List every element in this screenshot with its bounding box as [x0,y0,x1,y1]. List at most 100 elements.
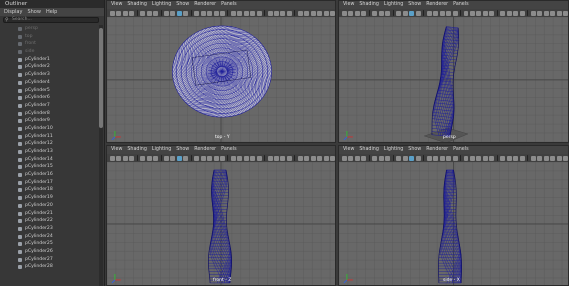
toolbar-icon[interactable] [267,155,273,161]
toolbar-icon[interactable] [310,10,316,16]
toolbar-icon[interactable] [256,155,262,161]
menu-show[interactable]: Show [408,1,421,9]
toolbar-icon[interactable] [170,155,176,161]
toolbar-icon[interactable] [243,155,249,161]
toolbar-icon[interactable] [310,155,316,161]
menu-renderer[interactable]: Renderer [426,1,448,9]
viewport-persp[interactable]: View Shading Lighting Show Renderer Pane… [338,0,569,143]
toolbar-icon[interactable] [452,155,458,161]
toolbar-icon[interactable] [297,10,303,16]
toolbar-icon[interactable] [110,10,115,16]
toolbar-icon[interactable] [396,155,402,161]
menu-shading[interactable]: Shading [127,1,147,9]
toolbar-icon[interactable] [153,10,159,16]
toolbar-icon[interactable] [183,10,189,16]
toolbar-icon[interactable] [513,10,519,16]
toolbar-icon[interactable] [378,155,384,161]
outliner-scroll-thumb[interactable] [99,28,103,128]
toolbar-icon[interactable] [176,155,182,161]
outliner-item[interactable]: pCylinder21 [0,210,98,218]
toolbar-icon[interactable] [116,10,122,16]
menu-renderer[interactable]: Renderer [194,1,216,9]
menu-shading[interactable]: Shading [127,146,147,154]
toolbar-icon[interactable] [348,155,354,161]
menu-show[interactable]: Show [408,146,421,154]
toolbar-icon[interactable] [116,155,122,161]
viewport-side[interactable]: View Shading Lighting Show Renderer Pane… [338,145,569,286]
toolbar-icon[interactable] [543,10,549,16]
toolbar-icon[interactable] [207,155,213,161]
toolbar-icon[interactable] [506,155,512,161]
outliner-item[interactable]: pCylinder13 [0,148,98,156]
toolbar-icon[interactable] [396,10,402,16]
toolbar-icon[interactable] [476,10,482,16]
toolbar-icon[interactable] [506,10,512,16]
toolbar-icon[interactable] [194,155,200,161]
toolbar-icon[interactable] [342,10,347,16]
toolbar-icon[interactable] [463,10,469,16]
outliner-item[interactable]: pCylinder18 [0,186,98,194]
toolbar-icon[interactable] [476,155,482,161]
toolbar-icon[interactable] [176,10,182,16]
menu-panels[interactable]: Panels [453,146,468,154]
toolbar-icon[interactable] [372,155,378,161]
outliner-item[interactable]: pCylinder10 [0,125,98,133]
menu-panels[interactable]: Panels [221,1,236,9]
menu-show[interactable]: Show [27,8,41,16]
toolbar-icon[interactable] [348,10,354,16]
toolbar-icon[interactable] [426,10,432,16]
toolbar-icon[interactable] [354,10,360,16]
toolbar-icon[interactable] [200,155,206,161]
toolbar-icon[interactable] [237,10,243,16]
toolbar-icon[interactable] [556,155,562,161]
menu-renderer[interactable]: Renderer [194,146,216,154]
toolbar-icon[interactable] [237,155,243,161]
outliner-item[interactable]: pCylinder14 [0,156,98,164]
toolbar-icon[interactable] [274,10,279,16]
toolbar-icon[interactable] [543,155,549,161]
toolbar-icon[interactable] [489,155,495,161]
outliner-item[interactable]: pCylinder9 [0,117,98,125]
outliner-item[interactable]: pCylinder4 [0,79,98,87]
outliner-item[interactable]: pCylinder20 [0,202,98,210]
toolbar-icon[interactable] [500,155,506,161]
menu-show[interactable]: Show [176,146,189,154]
toolbar-icon[interactable] [482,10,488,16]
toolbar-icon[interactable] [140,155,146,161]
toolbar-icon[interactable] [243,10,249,16]
menu-renderer[interactable]: Renderer [426,146,448,154]
outliner-item[interactable]: pCylinder17 [0,179,98,187]
toolbar-icon[interactable] [213,155,219,161]
toolbar-icon[interactable] [280,10,286,16]
toolbar-icon[interactable] [385,155,391,161]
toolbar-icon[interactable] [122,10,128,16]
toolbar-icon[interactable] [556,10,562,16]
toolbar-icon[interactable] [446,155,452,161]
outliner-item[interactable]: pCylinder28 [0,263,98,271]
viewport-canvas[interactable] [107,17,335,143]
outliner-item[interactable]: pCylinder3 [0,71,98,79]
toolbar-icon[interactable] [402,155,408,161]
outliner-scrollbar[interactable] [99,25,103,286]
toolbar-icon[interactable] [342,155,347,161]
toolbar-icon[interactable] [378,10,384,16]
toolbar-icon[interactable] [385,10,391,16]
toolbar-icon[interactable] [563,155,568,161]
outliner-item[interactable]: pCylinder23 [0,225,98,233]
toolbar-icon[interactable] [110,155,115,161]
menu-help[interactable]: Help [46,8,57,16]
toolbar-icon[interactable] [286,10,292,16]
toolbar-icon[interactable] [330,10,335,16]
menu-lighting[interactable]: Lighting [152,1,171,9]
outliner-item[interactable]: top [0,33,98,41]
menu-shading[interactable]: Shading [359,146,379,154]
viewport-front[interactable]: View Shading Lighting Show Renderer Pane… [106,145,336,286]
menu-lighting[interactable]: Lighting [152,146,171,154]
toolbar-icon[interactable] [513,155,519,161]
toolbar-icon[interactable] [317,10,323,16]
toolbar-icon[interactable] [146,155,152,161]
toolbar-icon[interactable] [409,10,415,16]
toolbar-icon[interactable] [220,10,225,16]
toolbar-icon[interactable] [433,10,439,16]
toolbar-icon[interactable] [129,10,135,16]
